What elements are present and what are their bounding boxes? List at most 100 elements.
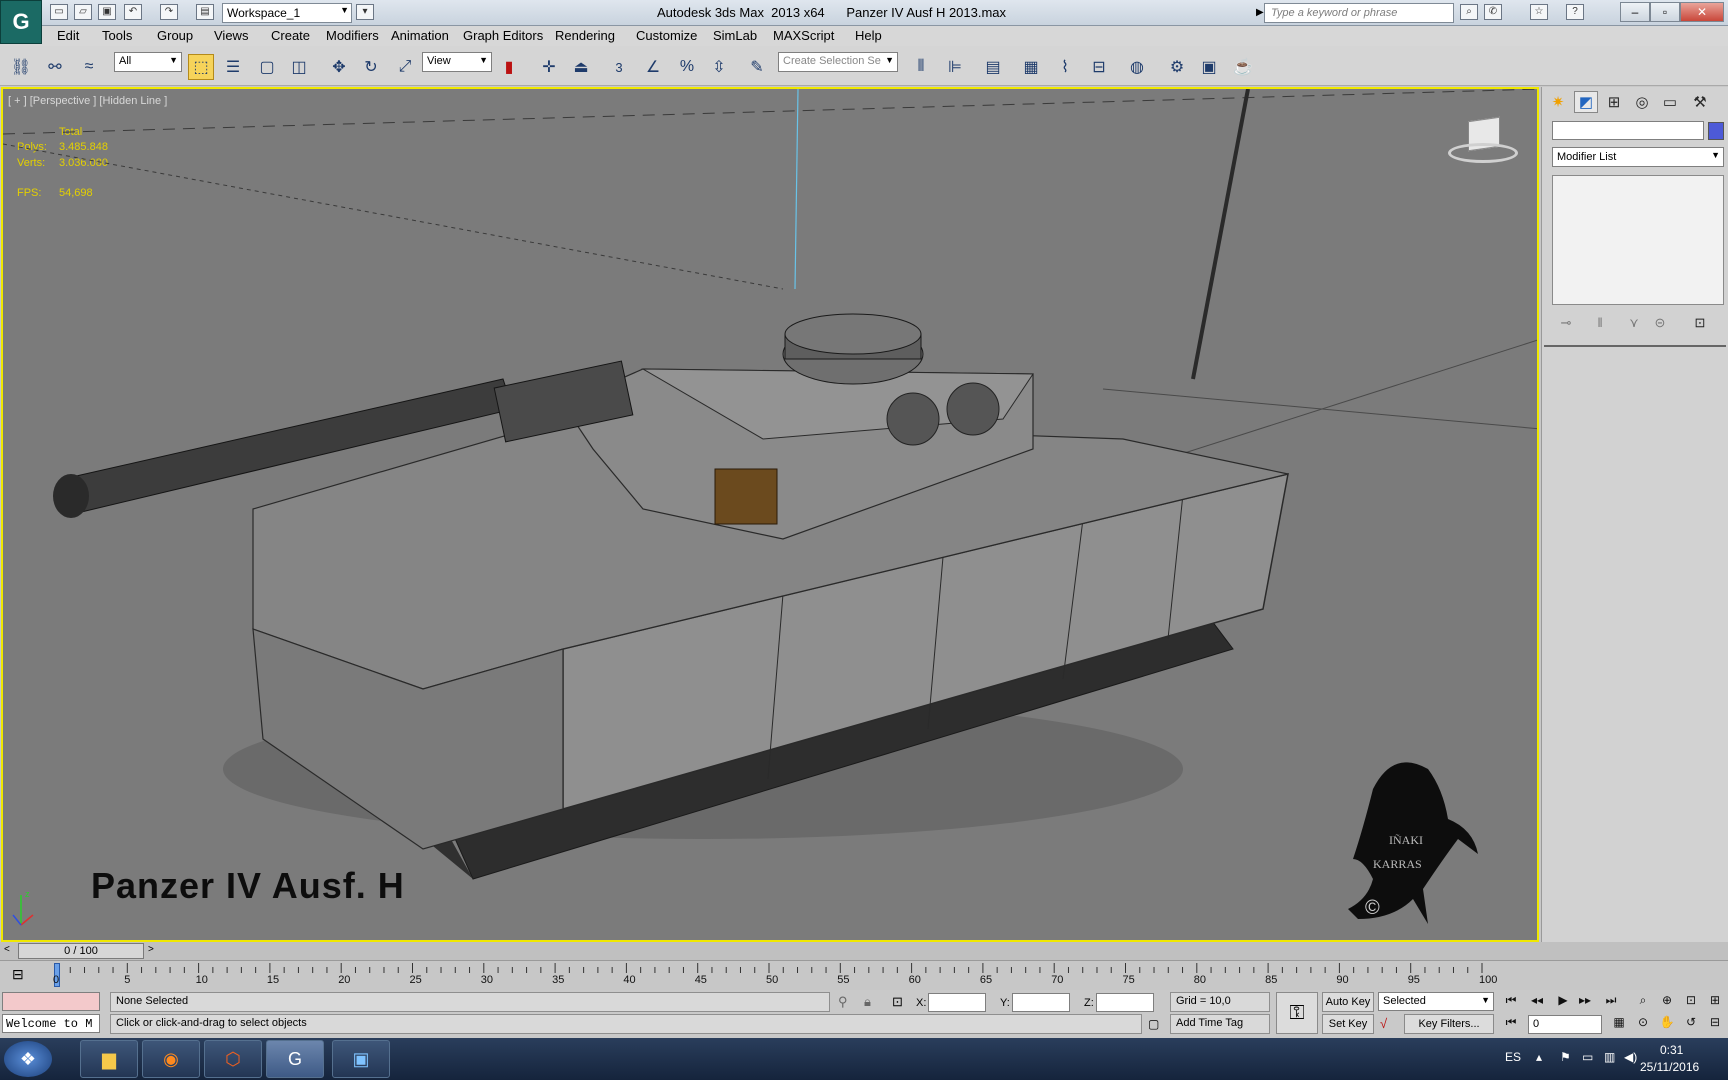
- pin-stack-icon[interactable]: ⊸: [1556, 315, 1576, 333]
- menu-create[interactable]: Create: [271, 28, 310, 43]
- quick-access-menu-icon[interactable]: ▾: [356, 4, 374, 20]
- pan-hand-icon[interactable]: ✋: [1656, 1015, 1678, 1031]
- y-coordinate-input[interactable]: [1012, 993, 1070, 1012]
- align-icon[interactable]: ⊫: [942, 54, 968, 80]
- orbit-icon[interactable]: ↺: [1680, 1015, 1702, 1031]
- menu-tools[interactable]: Tools: [102, 28, 132, 43]
- layer-manager-icon[interactable]: ▤: [980, 54, 1006, 80]
- named-selection-dropdown[interactable]: Create Selection Se ▼: [778, 52, 898, 72]
- scale-icon[interactable]: ⤢: [392, 54, 418, 80]
- keyboard-shortcut-override-icon[interactable]: ⏏: [568, 54, 594, 80]
- menu-help[interactable]: Help: [855, 28, 882, 43]
- hierarchy-tab-icon[interactable]: ⊞: [1602, 91, 1626, 113]
- time-config-icon[interactable]: ⊙: [1632, 1015, 1654, 1031]
- open-file-icon[interactable]: ▱: [74, 4, 92, 20]
- select-manipulate-icon[interactable]: ✛: [536, 54, 562, 80]
- taskbar-image-viewer[interactable]: ▣: [332, 1040, 390, 1078]
- zoom-icon[interactable]: ⌕: [1632, 993, 1654, 1009]
- zoom-all-icon[interactable]: ⊕: [1656, 993, 1678, 1009]
- menu-rendering[interactable]: Rendering: [555, 28, 615, 43]
- menu-group[interactable]: Group: [157, 28, 193, 43]
- menu-edit[interactable]: Edit: [57, 28, 79, 43]
- reference-coordinate-dropdown[interactable]: View ▼: [422, 52, 492, 72]
- taskbar-3d-app[interactable]: ⬡: [204, 1040, 262, 1078]
- selection-filter-dropdown[interactable]: All ▼: [114, 52, 182, 72]
- transform-mode-icon[interactable]: ⊡: [892, 994, 903, 1010]
- communication-center-icon[interactable]: ✆: [1484, 4, 1502, 20]
- select-by-name-icon[interactable]: ☰: [220, 54, 246, 80]
- time-slider[interactable]: 0 / 100: [18, 943, 144, 959]
- clock-time[interactable]: 0:31: [1660, 1043, 1683, 1057]
- search-input[interactable]: Type a keyword or phrase: [1264, 3, 1454, 23]
- start-button[interactable]: ❖: [4, 1041, 52, 1077]
- create-tab-icon[interactable]: ✷: [1546, 91, 1570, 113]
- taskbar-3ds-max[interactable]: G: [266, 1040, 324, 1078]
- maxscript-mini-listener-pink[interactable]: [2, 992, 100, 1011]
- mirror-icon[interactable]: ⫴: [908, 54, 934, 80]
- next-frame-icon[interactable]: ▸▸: [1574, 993, 1596, 1009]
- make-unique-icon[interactable]: ⋎: [1624, 315, 1644, 333]
- workspace-dropdown[interactable]: Workspace_1 ▼: [222, 3, 352, 23]
- time-slider-prev-icon[interactable]: <: [4, 944, 10, 955]
- undo-icon[interactable]: ↶: [124, 4, 142, 20]
- taskbar-explorer[interactable]: ▆: [80, 1040, 138, 1078]
- remove-modifier-icon[interactable]: ⊝: [1650, 315, 1670, 333]
- curve-editor-icon[interactable]: ⌇: [1052, 54, 1078, 80]
- modify-tab-icon[interactable]: ◩: [1574, 91, 1598, 113]
- x-coordinate-input[interactable]: [928, 993, 986, 1012]
- schematic-view-icon[interactable]: ⊟: [1086, 54, 1112, 80]
- menu-graph-editors[interactable]: Graph Editors: [463, 28, 543, 43]
- app-menu-button[interactable]: G: [0, 0, 42, 44]
- edit-named-selection-icon[interactable]: ✎: [744, 54, 770, 80]
- play-icon[interactable]: ▶: [1552, 993, 1574, 1009]
- menu-animation[interactable]: Animation: [391, 28, 449, 43]
- previous-frame-icon[interactable]: ◂◂: [1526, 993, 1548, 1009]
- save-file-icon[interactable]: ▣: [98, 4, 116, 20]
- show-end-result-icon[interactable]: ‖: [1590, 315, 1610, 333]
- favorites-star-icon[interactable]: ☆: [1530, 4, 1548, 20]
- current-frame-input[interactable]: 0: [1528, 1015, 1602, 1034]
- zoom-extents-all-icon[interactable]: ⊞: [1704, 993, 1726, 1009]
- action-center-flag-icon[interactable]: ⚑: [1560, 1050, 1571, 1064]
- maxscript-mini-listener[interactable]: Welcome to M: [2, 1014, 100, 1033]
- go-to-start-icon[interactable]: ⏮: [1500, 993, 1522, 1009]
- tray-app-icon[interactable]: ▭: [1582, 1050, 1593, 1064]
- maximize-button[interactable]: ▫: [1650, 2, 1680, 22]
- selection-lock-icon[interactable]: 🔒︎: [864, 994, 871, 1010]
- set-key-mode-icon[interactable]: ⚿: [1276, 992, 1318, 1034]
- rectangular-selection-icon[interactable]: ▢: [254, 54, 280, 80]
- volume-icon[interactable]: ◀︎): [1624, 1050, 1637, 1064]
- configure-modifier-sets-icon[interactable]: ⊡: [1690, 315, 1710, 333]
- object-name-field[interactable]: [1552, 121, 1704, 140]
- isolate-selection-icon[interactable]: ⚲: [838, 994, 848, 1010]
- rotate-icon[interactable]: ↻: [358, 54, 384, 80]
- clock-date[interactable]: 25/11/2016: [1640, 1060, 1699, 1074]
- help-icon[interactable]: ?: [1566, 4, 1584, 20]
- project-folder-icon[interactable]: ▤: [196, 4, 214, 20]
- field-of-view-icon[interactable]: ▦: [1608, 1015, 1630, 1031]
- modifier-list-dropdown[interactable]: Modifier List ▼: [1552, 147, 1724, 167]
- render-setup-icon[interactable]: ⚙: [1164, 54, 1190, 80]
- percent-snap-icon[interactable]: %: [674, 54, 700, 80]
- menu-modifiers[interactable]: Modifiers: [326, 28, 379, 43]
- utilities-tab-icon[interactable]: ⚒: [1688, 91, 1712, 113]
- window-crossing-icon[interactable]: ◫: [286, 54, 312, 80]
- new-file-icon[interactable]: ▭: [50, 4, 68, 20]
- key-mode-dropdown[interactable]: Selected ▼: [1378, 992, 1494, 1011]
- menu-customize[interactable]: Customize: [636, 28, 697, 43]
- go-to-end-icon[interactable]: ⏭: [1600, 993, 1622, 1009]
- key-filters-button[interactable]: Key Filters...: [1404, 1014, 1494, 1034]
- time-tag-icon[interactable]: ▢: [1148, 1017, 1159, 1031]
- taskbar-firefox[interactable]: ◉: [142, 1040, 200, 1078]
- bind-to-space-warp-icon[interactable]: ≈: [76, 54, 102, 80]
- spinner-snap-icon[interactable]: ⇳: [706, 54, 732, 80]
- menu-views[interactable]: Views: [214, 28, 248, 43]
- render-production-icon[interactable]: ☕: [1230, 54, 1256, 80]
- default-tangent-icon[interactable]: √: [1380, 1016, 1387, 1031]
- modifier-stack[interactable]: [1552, 175, 1724, 305]
- rendered-frame-window-icon[interactable]: ▣: [1196, 54, 1222, 80]
- tray-expand-icon[interactable]: ▴: [1536, 1050, 1542, 1064]
- viewcube[interactable]: [1448, 116, 1518, 167]
- display-tab-icon[interactable]: ▭: [1658, 91, 1682, 113]
- network-icon[interactable]: ▥: [1604, 1050, 1615, 1064]
